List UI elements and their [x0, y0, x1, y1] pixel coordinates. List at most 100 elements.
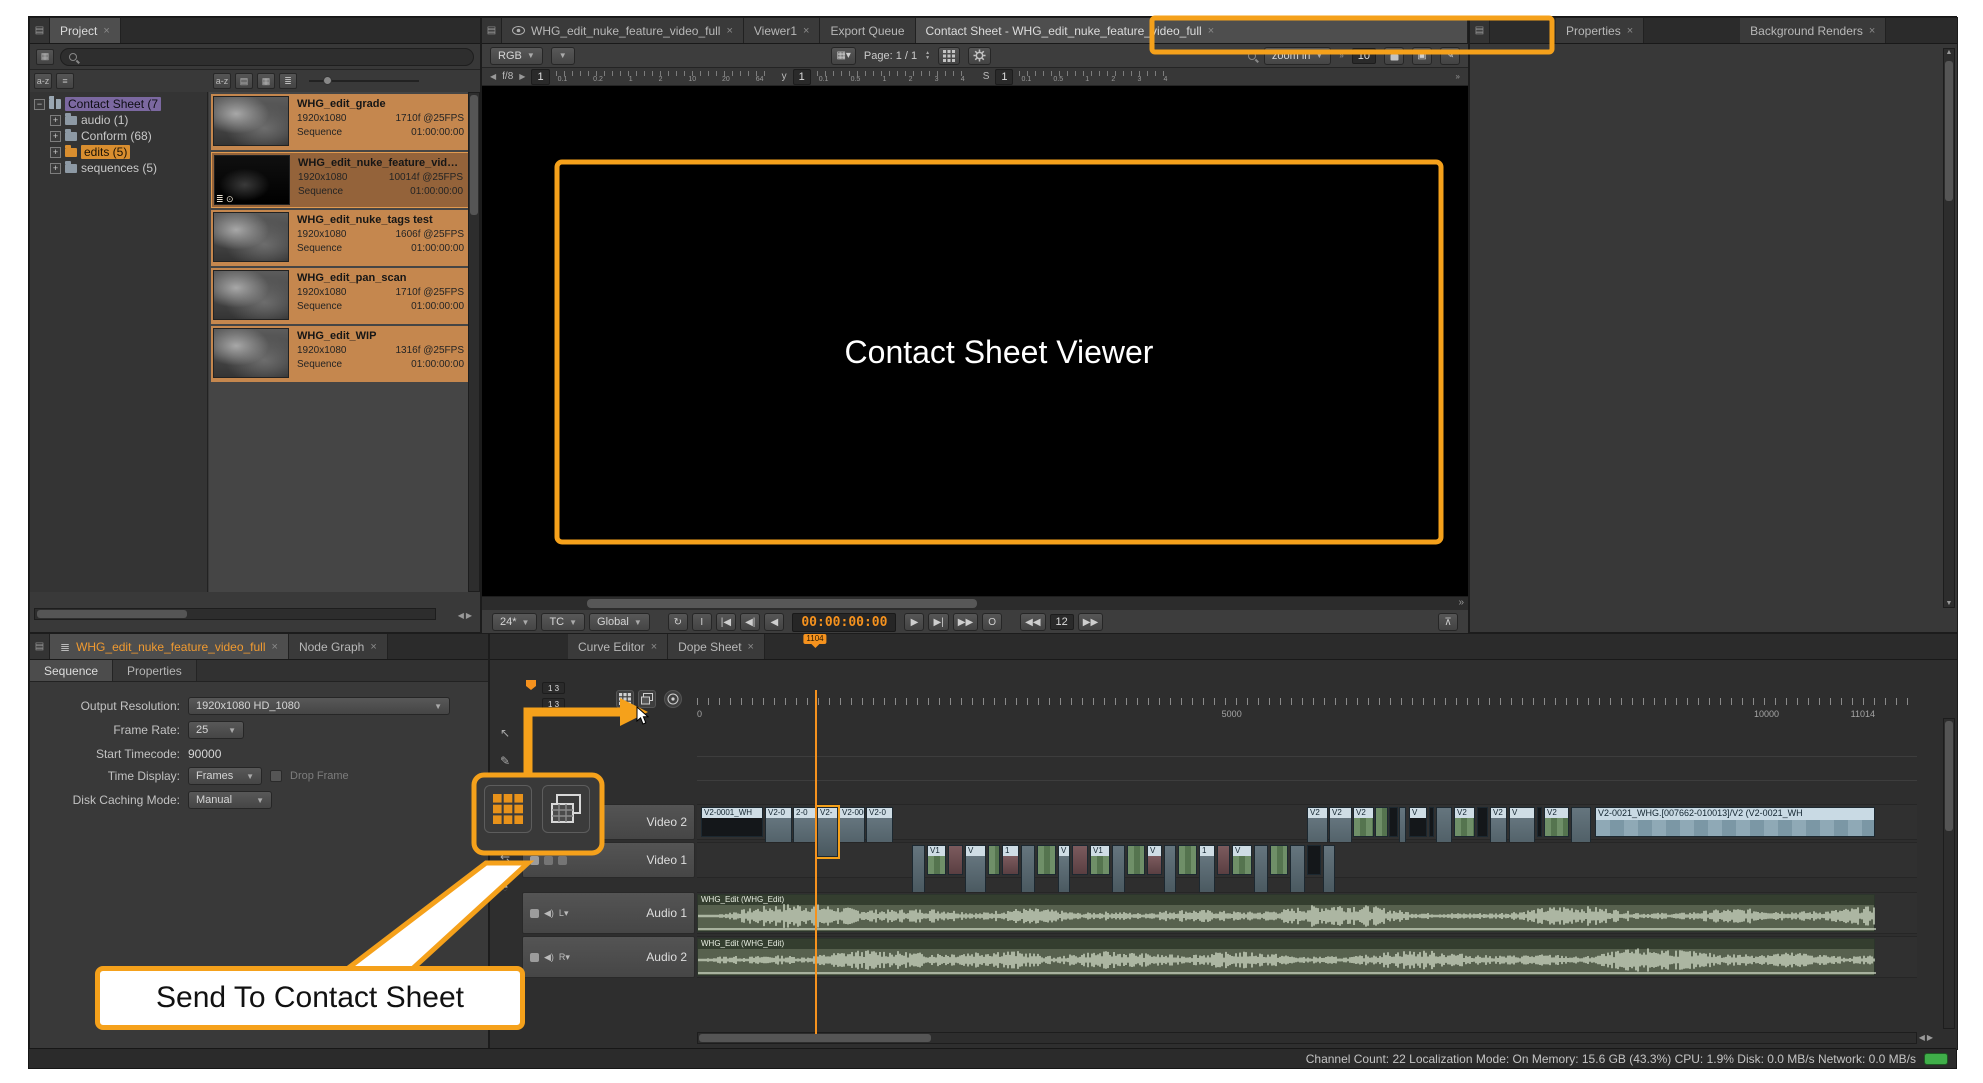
tab-contact-sheet[interactable]: Contact Sheet - WHG_edit_nuke_feature_vi… [916, 18, 1468, 43]
clip-row[interactable]: WHG_edit_nuke_feature_video_full1920x108… [211, 152, 470, 208]
clip-row[interactable]: WHG_edit_pan_scan1920x10801710f @25FPSSe… [211, 268, 470, 324]
sort-az-button[interactable]: a-z [213, 73, 231, 89]
clip-row[interactable]: WHG_edit_nuke_tags test1920x10801606f @2… [211, 210, 470, 266]
time-display-select[interactable]: Frames▼ [188, 767, 262, 785]
timeline-clip[interactable] [1072, 845, 1088, 875]
current-timecode[interactable]: 00:00:00:00 [792, 613, 896, 632]
audio-clip[interactable]: WHG_Edit (WHG_Edit) [697, 894, 1875, 932]
subtab-sequence[interactable]: Sequence [30, 660, 113, 681]
scroll-arrows[interactable]: ◀▶ [1919, 1033, 1933, 1042]
saturation-slider[interactable]: 0.10.51234 [1019, 71, 1169, 83]
grid-view-button[interactable]: ▦ [257, 73, 275, 89]
panel-menu-icon[interactable]: ▤ [1470, 18, 1490, 43]
timeline-clip[interactable] [948, 845, 963, 875]
tab-export-queue[interactable]: Export Queue [820, 18, 915, 43]
timeline-clip[interactable]: 1 [1199, 845, 1215, 895]
poster-view-button[interactable]: ▦ [36, 49, 54, 65]
viewer-image-area[interactable] [482, 86, 1468, 596]
timeline-clip[interactable]: V [1058, 845, 1070, 895]
thumbnail-size-slider[interactable] [309, 80, 419, 82]
subtab-properties[interactable]: Properties [113, 660, 197, 681]
tab-dope-sheet[interactable]: Dope Sheet × [668, 634, 765, 659]
jog-forward-button[interactable]: ▶▶ [1078, 613, 1103, 631]
timeline-clip[interactable] [988, 845, 1000, 875]
timeline-clip[interactable]: V2-0021_WHG.[007662-010013]/V2 (V2-0021_… [1595, 807, 1875, 837]
audio-clip[interactable]: WHG_Edit (WHG_Edit) [697, 938, 1875, 976]
tree-expander-icon[interactable]: + [50, 131, 61, 142]
prev-stop-icon[interactable]: ◀ [490, 72, 496, 81]
tree-item[interactable]: +Conform (68) [30, 128, 207, 144]
speaker-icon[interactable]: ◀) [544, 952, 554, 963]
track-blend-icon[interactable] [558, 856, 567, 865]
loop-mode-button[interactable]: ↻ [668, 613, 688, 631]
timeline-clip[interactable] [1254, 845, 1268, 895]
timeline-clip[interactable]: 1 [1002, 845, 1019, 875]
project-search-input[interactable] [60, 48, 474, 66]
timeline-vertical-scrollbar[interactable] [1943, 718, 1955, 1029]
tree-item[interactable]: +edits (5) [30, 144, 207, 160]
contact-sheet-layout-button[interactable] [938, 47, 960, 65]
next-frame-button[interactable]: ▶| [928, 613, 948, 631]
annotation-pencil-icon[interactable]: ✎ [1440, 47, 1460, 65]
list-view-button[interactable]: ▤ [235, 73, 253, 89]
timeline-clip[interactable] [1477, 807, 1488, 837]
project-vertical-scrollbar[interactable] [468, 92, 480, 592]
timeline-clip[interactable]: V2- [817, 807, 838, 857]
track-lane-audio2[interactable]: WHG_Edit (WHG_Edit) [697, 936, 1917, 978]
scrollbar-handle[interactable] [699, 1034, 931, 1042]
scroll-arrows[interactable]: ◀▶ [458, 611, 472, 620]
in-point-marker[interactable] [526, 680, 536, 690]
scrollbar-handle[interactable] [37, 610, 187, 618]
close-icon[interactable]: × [726, 25, 732, 37]
timeline-clip[interactable] [1127, 845, 1145, 875]
lock-icon[interactable] [530, 909, 539, 918]
send-to-contact-sheet-button-small[interactable] [616, 690, 634, 708]
gamma-field[interactable]: 1 [793, 69, 811, 85]
flipbook-button[interactable]: ▦▾ [831, 47, 855, 65]
timeline-clip[interactable] [1037, 845, 1056, 875]
track-lane-video1[interactable]: V1V1VV1V1V [697, 842, 1917, 878]
timeline-clip[interactable]: V2 [1544, 807, 1569, 837]
start-timecode-value[interactable]: 90000 [188, 747, 221, 761]
clip-row[interactable]: WHG_edit_grade1920x10801710f @25FPSSeque… [211, 94, 470, 150]
timeline-horizontal-scrollbar[interactable] [697, 1032, 1917, 1044]
panel-menu-icon[interactable]: ▤ [30, 18, 50, 43]
drop-frame-checkbox[interactable] [270, 770, 282, 782]
timeline-clip[interactable] [1375, 807, 1388, 837]
play-forward-button[interactable]: ▶ [904, 613, 924, 631]
lock-icon[interactable] [530, 953, 539, 962]
sync-tool-icon[interactable]: ◔ [501, 880, 508, 894]
tree-expander-icon[interactable]: − [34, 99, 45, 110]
saturation-field[interactable]: 1 [995, 69, 1013, 85]
close-icon[interactable]: × [748, 641, 754, 653]
playback-rate-select[interactable]: 24*▼ [492, 613, 537, 631]
tree-view-button[interactable]: ≡ [56, 73, 74, 89]
close-icon[interactable]: × [651, 641, 657, 653]
timeline-clip[interactable]: V2-0001_WH [701, 807, 763, 837]
timeline-clip[interactable] [1537, 807, 1542, 837]
output-resolution-select[interactable]: 1920x1080 HD_1080▼ [188, 697, 450, 715]
timeline-clip[interactable]: V2 [1454, 807, 1475, 837]
sort-az-button[interactable]: a-z [34, 73, 52, 89]
jog-back-button[interactable]: ◀◀ [1020, 613, 1045, 631]
tab-sequence-name[interactable]: ≣ WHG_edit_nuke_feature_video_full × [50, 634, 289, 659]
playhead-frame-flag[interactable]: 1104 [803, 634, 826, 644]
track-header-audio1[interactable]: ◀) L▾ Audio 1 [522, 892, 695, 934]
frame-mode-button[interactable]: I [692, 613, 712, 631]
timeline-clip[interactable]: V [965, 845, 986, 895]
tab-node-graph[interactable]: Node Graph × [289, 634, 388, 659]
channel-select[interactable]: L▾ [559, 908, 569, 919]
sync-lock-button[interactable] [664, 690, 682, 708]
mask-icon[interactable]: ▣ [1412, 47, 1432, 65]
timeline-clip[interactable]: V [1409, 807, 1427, 837]
timeline-clip[interactable] [1307, 845, 1321, 875]
tab-background-renders[interactable]: Background Renders × [1740, 18, 1886, 43]
panel-menu-icon[interactable]: ▤ [30, 634, 50, 659]
tab-viewer-sequence[interactable]: WHG_edit_nuke_feature_video_full × [502, 18, 744, 43]
timeline-clip[interactable]: V2 [1353, 807, 1374, 837]
properties-vertical-scrollbar[interactable]: ▲ ▼ [1943, 48, 1955, 608]
slip-tool-icon[interactable]: ⇆ [500, 852, 510, 866]
close-icon[interactable]: × [272, 641, 278, 653]
channel-select[interactable]: RGB▼ [490, 47, 543, 65]
lock-icon[interactable] [1384, 47, 1404, 65]
